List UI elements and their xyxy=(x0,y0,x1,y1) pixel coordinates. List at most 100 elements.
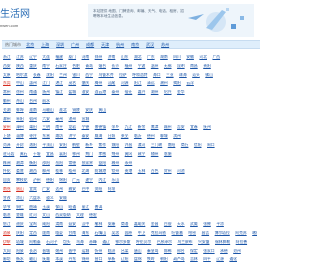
city-link[interactable]: 汉中 xyxy=(82,222,90,226)
city-link[interactable]: 贵阳 xyxy=(203,64,211,68)
city-link[interactable]: 贵港 xyxy=(125,169,133,173)
city-link[interactable]: 盐城 xyxy=(68,90,76,94)
city-link[interactable]: 通化 xyxy=(229,257,237,261)
city-link[interactable]: 本溪 xyxy=(55,257,63,261)
hot-city-link[interactable]: 南京 xyxy=(131,42,139,47)
city-link[interactable]: 曲靖 xyxy=(29,205,37,209)
city-link[interactable]: 忻州 xyxy=(95,249,103,253)
city-link[interactable]: 衢州 xyxy=(3,99,11,103)
city-link[interactable]: 濮阳 xyxy=(112,143,120,147)
city-link[interactable]: 驻马店 xyxy=(3,152,14,156)
city-link[interactable]: 福州 xyxy=(125,64,133,68)
city-link[interactable]: 安庆 xyxy=(85,108,93,112)
city-link[interactable]: 渭南 xyxy=(55,222,63,226)
city-link[interactable]: 益阳 xyxy=(98,161,106,165)
city-link[interactable]: 丽水 xyxy=(42,99,50,103)
city-link[interactable]: 随州 xyxy=(151,152,159,156)
city-link[interactable]: 黄山 xyxy=(98,108,106,112)
city-link[interactable]: 锦州 xyxy=(82,257,90,261)
city-link[interactable]: 榆林 xyxy=(95,222,103,226)
city-link[interactable]: 秦皇岛 xyxy=(147,249,158,253)
city-link[interactable]: 济南 xyxy=(108,55,116,59)
city-link[interactable]: 凉山 xyxy=(16,196,24,200)
city-link[interactable]: 锡林郭勒 xyxy=(215,240,230,244)
city-link[interactable]: 商洛 xyxy=(121,222,129,226)
hot-city-link[interactable]: 成都 xyxy=(86,42,94,47)
city-link[interactable]: 枣庄 xyxy=(29,134,37,138)
city-link[interactable]: 阳江 xyxy=(134,81,142,85)
city-link[interactable]: 普洱 xyxy=(95,205,103,209)
city-link[interactable]: 恩施 xyxy=(164,152,172,156)
city-link[interactable]: 临沧 xyxy=(3,213,11,217)
city-link[interactable]: 阿勒泰 xyxy=(29,240,40,244)
city-link[interactable]: 荆门 xyxy=(85,152,93,156)
city-link[interactable]: 六安 xyxy=(42,117,50,121)
city-link[interactable]: 毕节 xyxy=(3,205,11,209)
city-link[interactable]: 眉山 xyxy=(16,187,24,191)
city-link[interactable]: 芜湖 xyxy=(3,108,11,112)
city-link[interactable]: 宿迁 xyxy=(125,90,133,94)
city-link[interactable]: 潮州 xyxy=(160,81,168,85)
city-link[interactable]: 东营 xyxy=(42,134,50,138)
city-link[interactable]: 南通 xyxy=(29,90,37,94)
city-link[interactable]: 唐山 xyxy=(134,249,142,253)
city-link[interactable]: 海口 xyxy=(153,73,161,77)
city-link[interactable]: 昆明 xyxy=(177,64,185,68)
city-link[interactable]: 三门峡 xyxy=(151,143,162,147)
hot-city-link[interactable]: 深圳 xyxy=(56,42,64,47)
city-link[interactable]: 盘锦 xyxy=(134,257,142,261)
city-link[interactable]: 吴忠 xyxy=(112,231,120,235)
city-link[interactable]: 克拉玛依 xyxy=(151,231,166,235)
city-link[interactable]: 吕梁 xyxy=(121,249,129,253)
city-link[interactable]: 雅安 xyxy=(68,187,76,191)
city-link[interactable]: 朔州 xyxy=(55,249,63,253)
city-link[interactable]: 许昌 xyxy=(125,143,133,147)
city-link[interactable]: 惠州 xyxy=(29,81,37,85)
city-link[interactable]: 承德 xyxy=(220,249,228,253)
city-link[interactable]: 焦作 xyxy=(98,143,106,147)
city-link[interactable]: 四平 xyxy=(203,257,211,261)
city-link[interactable]: 湘西 xyxy=(29,169,37,173)
city-link[interactable]: 南充 xyxy=(3,187,11,191)
city-link[interactable]: 嘉兴 xyxy=(138,90,146,94)
city-link[interactable]: 河北 xyxy=(199,55,207,59)
city-link[interactable]: 汕尾 xyxy=(108,81,116,85)
city-link[interactable]: 湖北 xyxy=(134,55,142,59)
city-link[interactable]: 广安 xyxy=(42,187,50,191)
city-link[interactable]: 西安 xyxy=(3,64,11,68)
city-link[interactable]: 鞍山 xyxy=(29,257,37,261)
city-link[interactable]: 保定 xyxy=(190,249,198,253)
city-link[interactable]: 吉林 xyxy=(190,257,198,261)
city-link[interactable]: 西双版纳 xyxy=(55,213,70,217)
city-link[interactable]: 阳泉 xyxy=(16,249,24,253)
city-link[interactable]: 青岛 xyxy=(85,64,93,68)
city-link[interactable]: 东莞 xyxy=(3,81,11,85)
city-link[interactable]: 北海 xyxy=(82,169,90,173)
city-link[interactable]: 南宁 xyxy=(42,64,50,68)
city-link[interactable]: 郴州 xyxy=(112,161,120,165)
city-link[interactable]: 大连 xyxy=(42,55,50,59)
city-link[interactable]: 莆田 xyxy=(29,125,37,129)
city-link[interactable]: 赣州 xyxy=(164,125,172,129)
city-link[interactable]: 廊坊 xyxy=(3,257,11,261)
city-link[interactable]: 玉溪 xyxy=(42,205,50,209)
city-link[interactable]: 甘南 xyxy=(68,231,76,235)
city-link[interactable]: 广东 xyxy=(147,55,155,59)
city-link[interactable]: 荆州 xyxy=(112,152,120,156)
city-link[interactable]: 宜宾 xyxy=(29,187,37,191)
city-link[interactable]: 宣城 xyxy=(82,117,90,121)
city-link[interactable]: 桂林 xyxy=(55,169,63,173)
city-link[interactable]: 滁州 xyxy=(3,117,11,121)
city-link[interactable]: 漳州 xyxy=(16,125,24,129)
city-link[interactable]: 天水 xyxy=(177,222,185,226)
city-link[interactable]: 滨州 xyxy=(173,134,181,138)
city-link[interactable]: 衡水 xyxy=(16,257,24,261)
city-link[interactable]: 宝鸡 xyxy=(29,222,37,226)
city-link[interactable]: 邵阳 xyxy=(42,161,50,165)
city-link[interactable]: 河池 xyxy=(177,169,185,173)
city-link[interactable]: 包头 xyxy=(63,240,71,244)
city-link[interactable]: 宜春 xyxy=(190,125,198,129)
city-link[interactable]: 资阳 xyxy=(95,187,103,191)
city-link[interactable]: 达州 xyxy=(55,187,63,191)
city-link[interactable]: 通辽 xyxy=(102,240,110,244)
